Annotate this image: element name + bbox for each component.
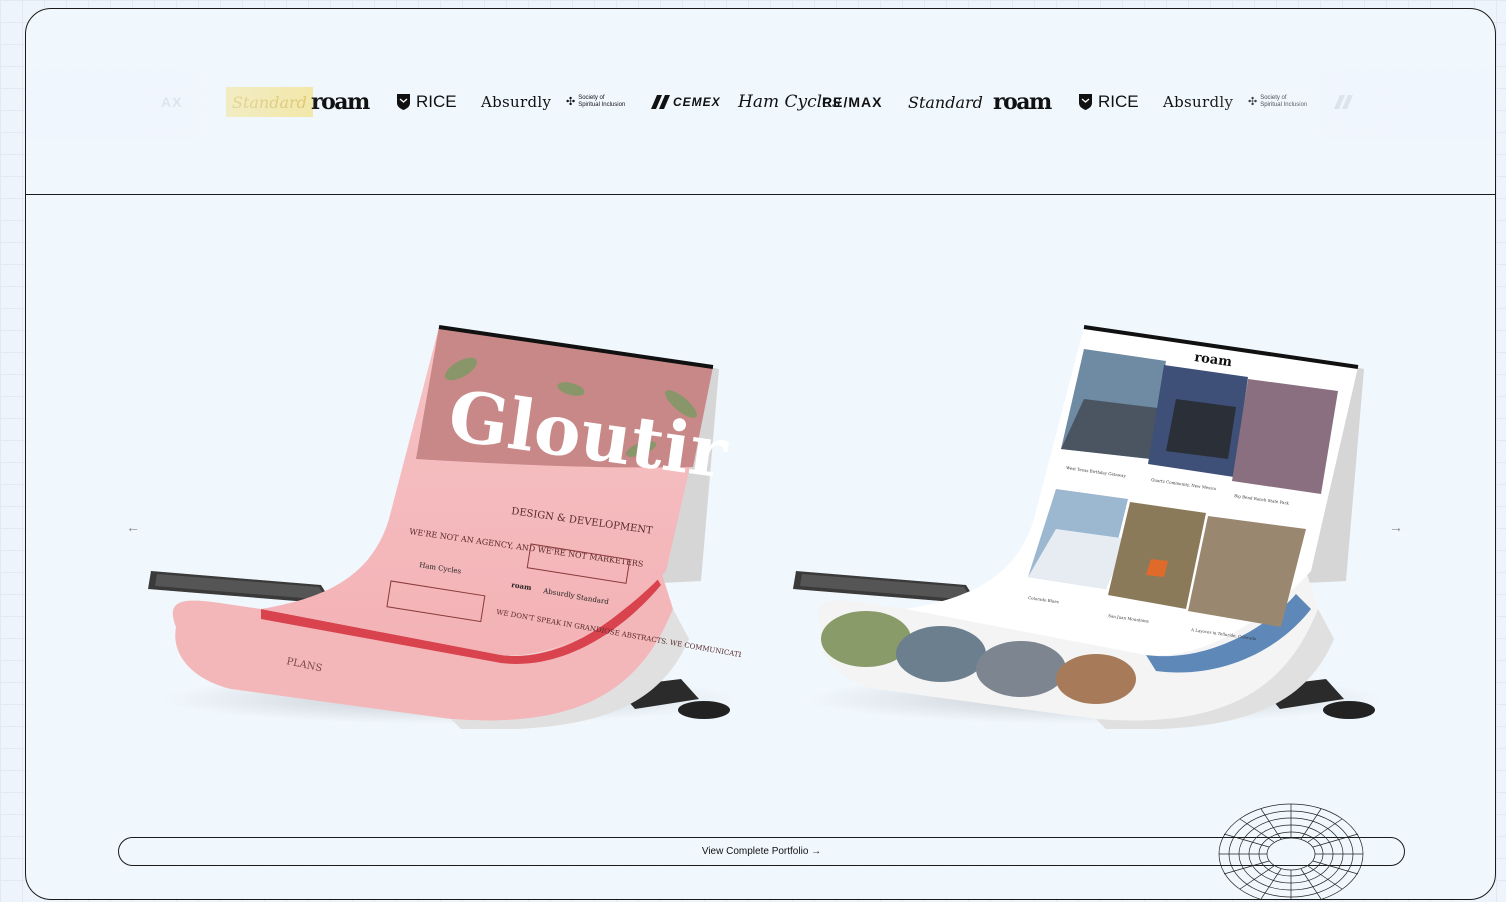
logo-roam-2: roam — [993, 89, 1052, 115]
mouse — [678, 701, 730, 719]
logo-society-2: ✣ Society of Spiritual Inclusion — [1248, 95, 1308, 108]
mockup-gloutir[interactable]: Gloutir DESIGN & DEVELOPMENT WE'RE NOT A… — [121, 309, 741, 729]
portfolio-frame: AX Standard roam RICE Absurdly ✣ Society… — [25, 8, 1496, 900]
cemex-slash-icon — [1334, 95, 1353, 109]
logo-standard: Standard — [226, 87, 313, 117]
logo-cemex: CEMEX — [651, 87, 721, 117]
logo-remax: RE/MAX — [822, 94, 883, 110]
wireframe-torus-icon — [1218, 803, 1364, 899]
logo-absurdly: Absurdly — [481, 93, 552, 111]
logo-standard-2: Standard — [908, 92, 983, 112]
logo-absurdly-2: Absurdly — [1163, 93, 1234, 111]
logo-rice-2: RICE — [1078, 87, 1139, 117]
society-mark-icon: ✣ — [566, 95, 576, 108]
view-portfolio-label: View Complete Portfolio → — [701, 846, 822, 857]
shield-icon — [397, 94, 410, 110]
view-portfolio-button[interactable]: View Complete Portfolio → — [118, 837, 1405, 866]
logo-society: ✣ Society of Spiritual Inclusion — [566, 95, 626, 108]
logo-rice: RICE — [396, 87, 457, 117]
logo-cemex-partial — [1334, 87, 1356, 117]
logo-marquee: AX Standard roam RICE Absurdly ✣ Society… — [26, 87, 1495, 117]
shield-icon — [1079, 94, 1092, 110]
cemex-slash-icon — [651, 95, 670, 109]
mockup-roam[interactable]: roam West Texas Birthday Getaway Quartz … — [766, 309, 1386, 729]
logo-roam: roam — [311, 89, 370, 115]
mouse — [1323, 701, 1375, 719]
next-arrow-icon[interactable]: → — [1389, 519, 1403, 535]
logo-remax-partial: AX — [161, 94, 183, 110]
client-logos-band: AX Standard roam RICE Absurdly ✣ Society… — [26, 9, 1495, 195]
society-mark-icon: ✣ — [1248, 95, 1258, 108]
